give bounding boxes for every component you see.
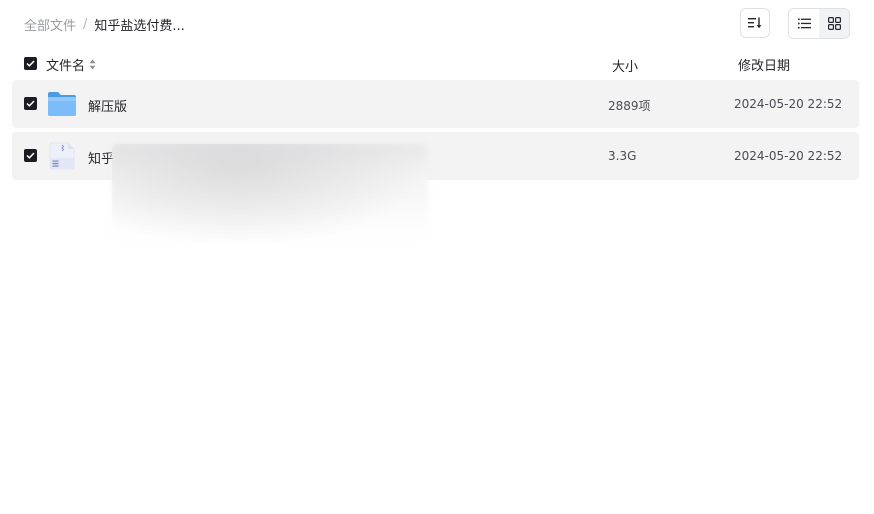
sort-button[interactable] (740, 8, 770, 38)
list-view-icon (797, 18, 811, 29)
date-column-header[interactable]: 修改日期 (738, 55, 790, 74)
breadcrumb-root-link[interactable]: 全部文件 (24, 15, 76, 34)
grid-view-icon (827, 17, 841, 30)
breadcrumb-current: 知乎盐选付费... (94, 18, 185, 34)
file-browser: 全部文件 / 知乎盐选付费... 文件名 大小 修改日期 解压版 2889项 2… (0, 0, 874, 514)
file-name[interactable]: 知乎 (88, 148, 114, 167)
sort-list-icon (748, 17, 762, 29)
checkmark-icon (26, 100, 35, 107)
file-name[interactable]: 解压版 (88, 96, 127, 115)
file-date: 2024-05-20 22:52 (734, 149, 843, 163)
redaction-blur-shade (112, 144, 428, 248)
file-date: 2024-05-20 22:52 (734, 97, 843, 111)
list-view-button[interactable] (789, 9, 819, 38)
checkmark-icon (26, 60, 35, 67)
name-column-header[interactable]: 文件名 (46, 55, 96, 74)
folder-icon (48, 92, 76, 116)
checkmark-icon (26, 152, 35, 159)
breadcrumb-separator: / (83, 16, 88, 32)
row-checkbox[interactable] (24, 149, 37, 162)
table-row[interactable]: 解压版 2889项 2024-05-20 22:52 (12, 80, 859, 128)
row-checkbox[interactable] (24, 97, 37, 110)
name-column-label: 文件名 (46, 59, 86, 74)
breadcrumb: 全部文件 / 知乎盐选付费... (24, 14, 185, 34)
view-toggle (788, 8, 850, 39)
select-all-checkbox[interactable] (24, 57, 37, 70)
table-header: 文件名 大小 修改日期 (12, 50, 859, 78)
size-column-header[interactable]: 大小 (612, 56, 638, 75)
file-size: 3.3G (608, 149, 637, 163)
zip-archive-icon (49, 142, 75, 170)
sort-arrows-icon (89, 59, 96, 70)
file-size: 2889项 (608, 99, 651, 113)
grid-view-button[interactable] (819, 9, 849, 38)
